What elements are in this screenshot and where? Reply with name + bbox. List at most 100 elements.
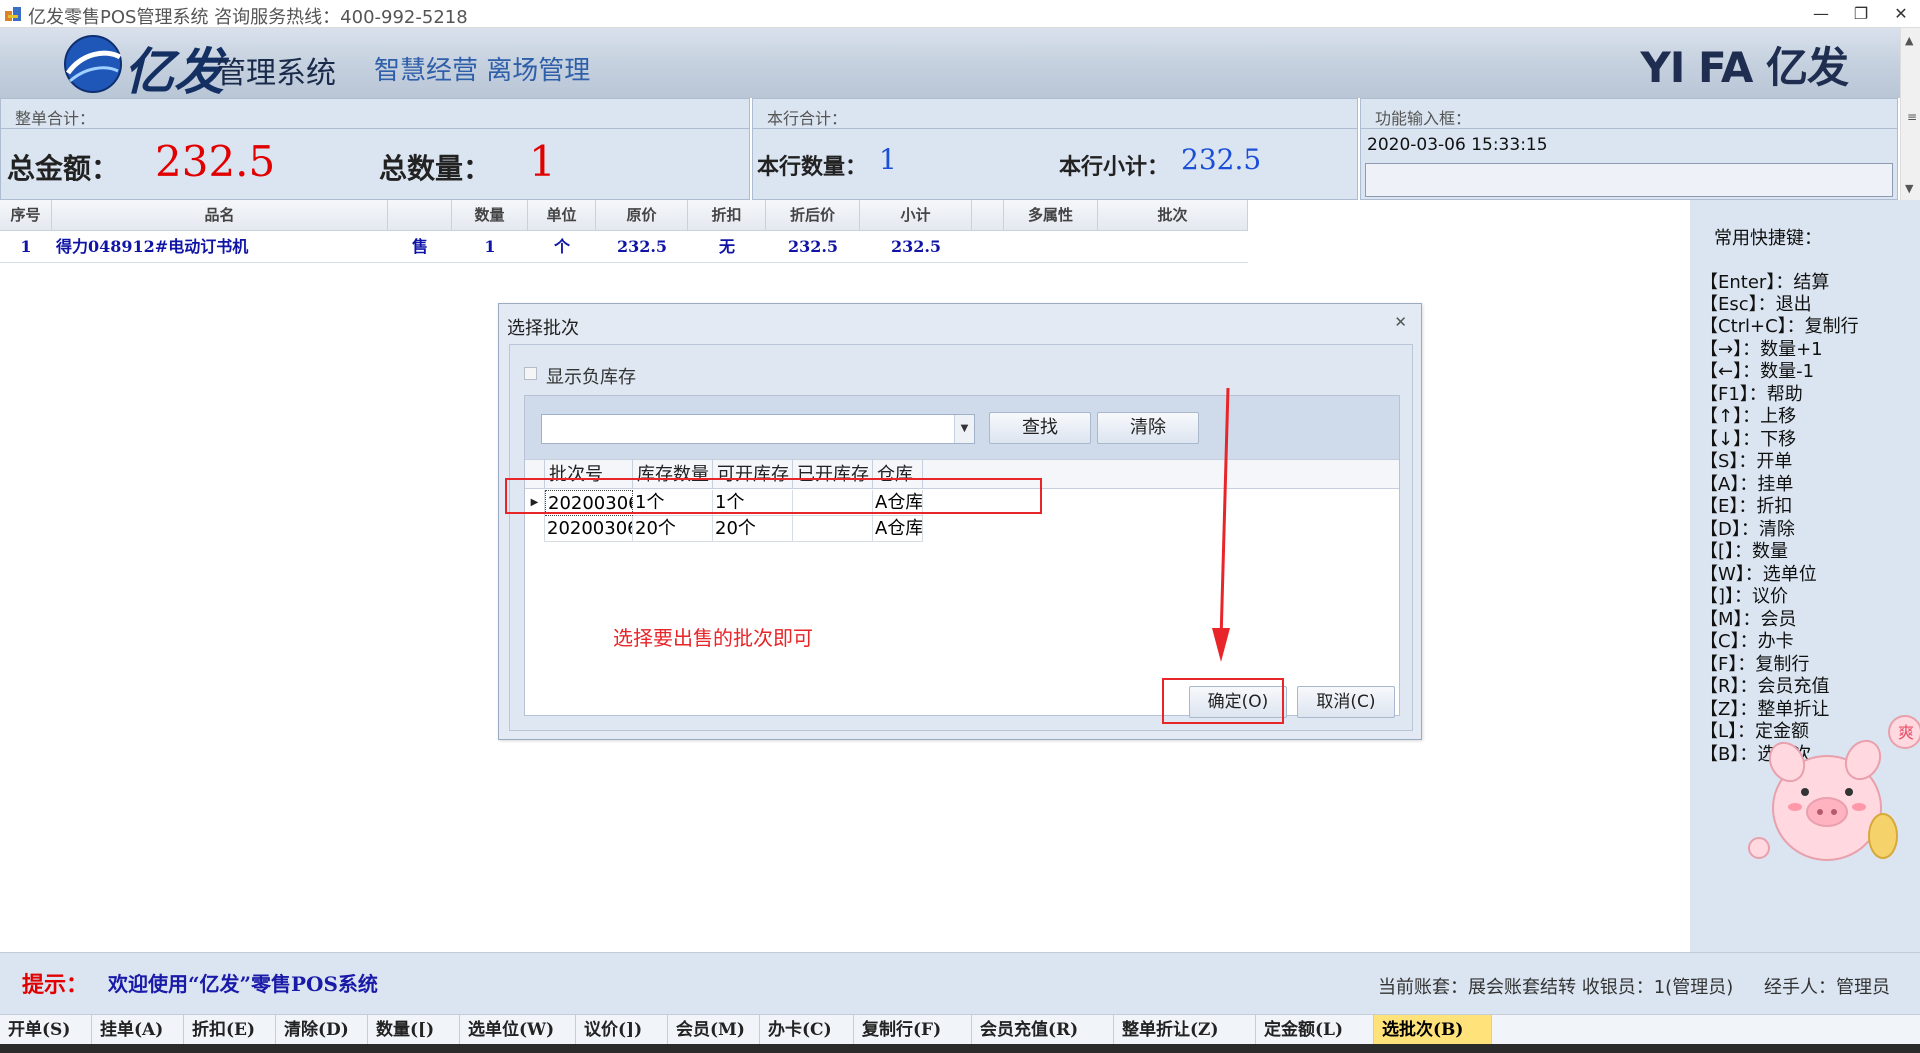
cell-stock[interactable]: 20个	[633, 516, 713, 542]
fkey-clear[interactable]: 清除(D)	[276, 1015, 368, 1045]
col-header[interactable]: 品名	[52, 200, 388, 231]
col-header[interactable]	[972, 200, 1004, 231]
window-titlebar: 亿发零售POS管理系统 咨询服务热线：400-992-5218 — ❐ ✕	[0, 0, 1920, 28]
cell-available[interactable]: 20个	[713, 516, 793, 542]
scroll-up-icon[interactable]: ▲	[1905, 34, 1913, 47]
function-key-bar: 开单(S) 挂单(A) 折扣(E) 清除(D) 数量([) 选单位(W) 议价(…	[0, 1014, 1920, 1045]
function-input[interactable]	[1365, 163, 1893, 197]
order-total-panel: 整单合计： 总金额： 232.5 总数量： 1	[0, 98, 750, 200]
brand-logo-right: YI FA 亿发	[1640, 43, 1849, 92]
table-row[interactable]: 1 得力048912#电动订书机 售 1 个 232.5 无 232.5 232…	[0, 231, 1248, 263]
line-qty-label: 本行数量：	[757, 154, 868, 180]
shortcut-title: 常用快捷键：	[1714, 228, 1822, 249]
fkey-discount[interactable]: 折扣(E)	[184, 1015, 276, 1045]
annotation-highlight-row	[505, 478, 1042, 514]
total-amount-label: 总金额：	[7, 152, 120, 185]
total-qty-value: 1	[529, 137, 556, 186]
fkey-order-discount[interactable]: 整单折让(Z)	[1114, 1015, 1256, 1045]
batch-row[interactable]: 2020030602 20个 20个 A仓库	[525, 516, 1399, 542]
grid-header: 序号 品名 数量 单位 原价 折扣 折后价 小计 多属性 批次	[0, 200, 1248, 231]
total-amount-value: 232.5	[155, 137, 276, 186]
header-slogan: 智慧经营 离场管理	[374, 56, 591, 86]
fkey-select-unit[interactable]: 选单位(W)	[460, 1015, 576, 1045]
cancel-button[interactable]: 取消(C)	[1297, 686, 1395, 718]
fkey-quantity[interactable]: 数量([)	[368, 1015, 460, 1045]
fkey-select-batch[interactable]: 选批次(B)	[1374, 1015, 1492, 1045]
col-header[interactable]: 小计	[860, 200, 972, 231]
restore-button[interactable]: ❐	[1848, 3, 1874, 25]
window-title: 亿发零售POS管理系统 咨询服务热线：400-992-5218	[28, 7, 468, 28]
annotation-hint: 选择要出售的批次即可	[613, 626, 813, 650]
status-bar: 提示： 欢迎使用“亿发”零售POS系统 当前账套：展会账套结转 收银员：1(管理…	[0, 952, 1920, 1014]
scroll-down-icon[interactable]: ▼	[1905, 182, 1913, 195]
fkey-member[interactable]: 会员(M)	[668, 1015, 760, 1045]
cell-price: 232.5	[616, 237, 668, 256]
col-header[interactable]: 原价	[596, 200, 688, 231]
fkey-fixed-amount[interactable]: 定金额(L)	[1256, 1015, 1374, 1045]
app-header: 亿发 管理系统 智慧经营 离场管理 YI FA 亿发	[0, 28, 1900, 101]
panel-title: 功能输入框：	[1375, 109, 1472, 128]
close-icon[interactable]: ✕	[1394, 313, 1407, 331]
find-button[interactable]: 查找	[989, 412, 1091, 444]
current-datetime: 2020-03-06 15:33:15	[1367, 135, 1548, 155]
fkey-member-recharge[interactable]: 会员充值(R)	[972, 1015, 1114, 1045]
cell-discount: 无	[718, 237, 735, 256]
sale-items-grid: 序号 品名 数量 单位 原价 折扣 折后价 小计 多属性 批次 1 得力0489…	[0, 200, 1248, 263]
panel-title: 本行合计：	[767, 109, 848, 128]
annotation-arrow-icon	[1212, 388, 1230, 662]
row-indicator	[525, 516, 545, 542]
col-header[interactable]: 序号	[0, 200, 52, 231]
dialog-body: 显示负库存 ▼ 查找 清除 批次号 库存数量 可开库存 已开库存 仓库 ▶ 20…	[509, 344, 1413, 731]
cell-unit: 个	[553, 237, 570, 256]
annotation-highlight-ok	[1162, 678, 1284, 724]
system-name: 管理系统	[216, 56, 336, 91]
logo-text: 亿发	[124, 42, 224, 101]
batch-search-combo[interactable]: ▼	[541, 414, 975, 444]
tip-label: 提示：	[22, 972, 89, 998]
show-negative-stock-checkbox[interactable]	[524, 367, 537, 380]
cell-disc-price: 232.5	[787, 237, 839, 256]
tip-text: 欢迎使用“亿发”零售POS系统	[108, 972, 378, 996]
cell-name: 得力048912#电动订书机	[56, 237, 249, 256]
total-qty-label: 总数量：	[379, 152, 492, 185]
line-total-panel: 本行合计： 本行数量： 1 本行小计： 232.5	[752, 98, 1358, 200]
svg-text:爽: 爽	[1898, 723, 1914, 742]
scroll-grip-icon[interactable]: ≡	[1907, 110, 1917, 124]
col-header[interactable]	[388, 200, 452, 231]
col-header[interactable]: 数量	[452, 200, 528, 231]
globe-logo-icon	[64, 35, 122, 93]
col-header[interactable]: 多属性	[1004, 200, 1098, 231]
function-input-panel: 功能输入框： 2020-03-06 15:33:15	[1360, 98, 1898, 200]
cell-no: 1	[20, 237, 32, 256]
col-header[interactable]: 折扣	[688, 200, 766, 231]
batch-search-bar: ▼ 查找 清除	[525, 396, 1399, 459]
col-header[interactable]: 单位	[528, 200, 596, 231]
fkey-bargain[interactable]: 议价(])	[576, 1015, 668, 1045]
app-icon	[5, 7, 21, 21]
col-header[interactable]: 批次	[1098, 200, 1248, 231]
clear-button[interactable]: 清除	[1097, 412, 1199, 444]
select-batch-dialog: 选择批次 ✕ 显示负库存 ▼ 查找 清除 批次号 库存数量 可开库存 已开库存 …	[498, 303, 1422, 740]
cell-warehouse[interactable]: A仓库	[873, 516, 923, 542]
cell-batch[interactable]: 2020030602	[545, 516, 633, 542]
line-qty-value: 1	[879, 143, 897, 176]
col-header[interactable]: 折后价	[766, 200, 860, 231]
panel-title: 整单合计：	[15, 109, 96, 128]
close-window-button[interactable]: ✕	[1888, 3, 1914, 25]
pig-mascot-illustration: 爽	[1748, 715, 1920, 861]
cell-opened[interactable]	[793, 516, 873, 542]
cell-qty: 1	[484, 237, 496, 256]
fkey-open-order[interactable]: 开单(S)	[0, 1015, 92, 1045]
fkey-copy-row[interactable]: 复制行(F)	[854, 1015, 972, 1045]
cell-subtotal: 232.5	[890, 237, 942, 256]
fkey-issue-card[interactable]: 办卡(C)	[760, 1015, 854, 1045]
fkey-hold-order[interactable]: 挂单(A)	[92, 1015, 184, 1045]
minimize-button[interactable]: —	[1808, 3, 1834, 25]
vertical-scrollbar[interactable]: ▲ ≡ ▼	[1900, 28, 1920, 200]
line-subtotal-label: 本行小计：	[1059, 154, 1170, 180]
chevron-down-icon[interactable]: ▼	[954, 415, 974, 443]
account-info: 当前账套：展会账套结转 收银员：1(管理员)	[1378, 977, 1734, 998]
batch-search-area: ▼ 查找 清除 批次号 库存数量 可开库存 已开库存 仓库 ▶ 20200306…	[524, 395, 1400, 716]
cell-type: 售	[411, 237, 428, 256]
os-taskbar	[0, 1044, 1920, 1053]
